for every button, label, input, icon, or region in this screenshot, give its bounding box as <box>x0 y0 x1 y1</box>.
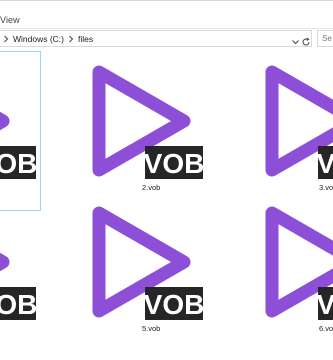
vob-badge: VOB <box>317 287 333 320</box>
file-tile-6[interactable]: VOB 6.vob <box>236 193 333 353</box>
vob-badge: VOB <box>0 146 37 179</box>
chevron-right-icon[interactable] <box>67 33 75 45</box>
ribbon-tab-view[interactable]: View <box>0 15 20 25</box>
badge-text: VOB <box>0 289 37 320</box>
vob-badge: VOB <box>317 146 333 179</box>
file-name: 6.vob <box>319 324 333 333</box>
breadcrumb-item-files[interactable]: files <box>78 34 93 44</box>
file-name: 5.vob <box>142 324 161 333</box>
file-tile-1[interactable]: VOB <box>0 52 40 212</box>
file-name: 3.vob <box>319 183 333 192</box>
file-tile-2[interactable]: VOB 2.vob <box>63 52 221 212</box>
file-view[interactable]: VOB VOB 2.vob VOB 3.vob VOB <box>0 48 333 360</box>
badge-text: VOB <box>0 148 37 179</box>
file-name: 2.vob <box>142 183 161 192</box>
search-input[interactable]: Se <box>317 30 333 47</box>
ribbon: View <box>0 1 333 29</box>
file-tile-4[interactable]: VOB <box>0 193 40 353</box>
refresh-icon[interactable] <box>301 34 311 46</box>
badge-text: VOB <box>144 148 205 179</box>
badge-text: VOB <box>317 148 333 179</box>
file-tile-5[interactable]: VOB 5.vob <box>63 193 221 353</box>
badge-text: VOB <box>317 289 333 320</box>
file-tile-3[interactable]: VOB 3.vob <box>236 52 333 212</box>
search-placeholder: Se <box>322 34 332 43</box>
chevron-down-icon[interactable] <box>291 34 300 45</box>
address-bar[interactable]: Windows (C:) files <box>0 30 312 47</box>
breadcrumb-item-windows-c[interactable]: Windows (C:) <box>13 34 64 44</box>
vob-badge: VOB <box>144 287 205 320</box>
badge-text: VOB <box>144 289 205 320</box>
chevron-right-icon[interactable] <box>2 33 10 45</box>
vob-badge: VOB <box>0 287 37 320</box>
vob-badge: VOB <box>144 146 205 179</box>
breadcrumb: Windows (C:) files <box>2 33 96 45</box>
